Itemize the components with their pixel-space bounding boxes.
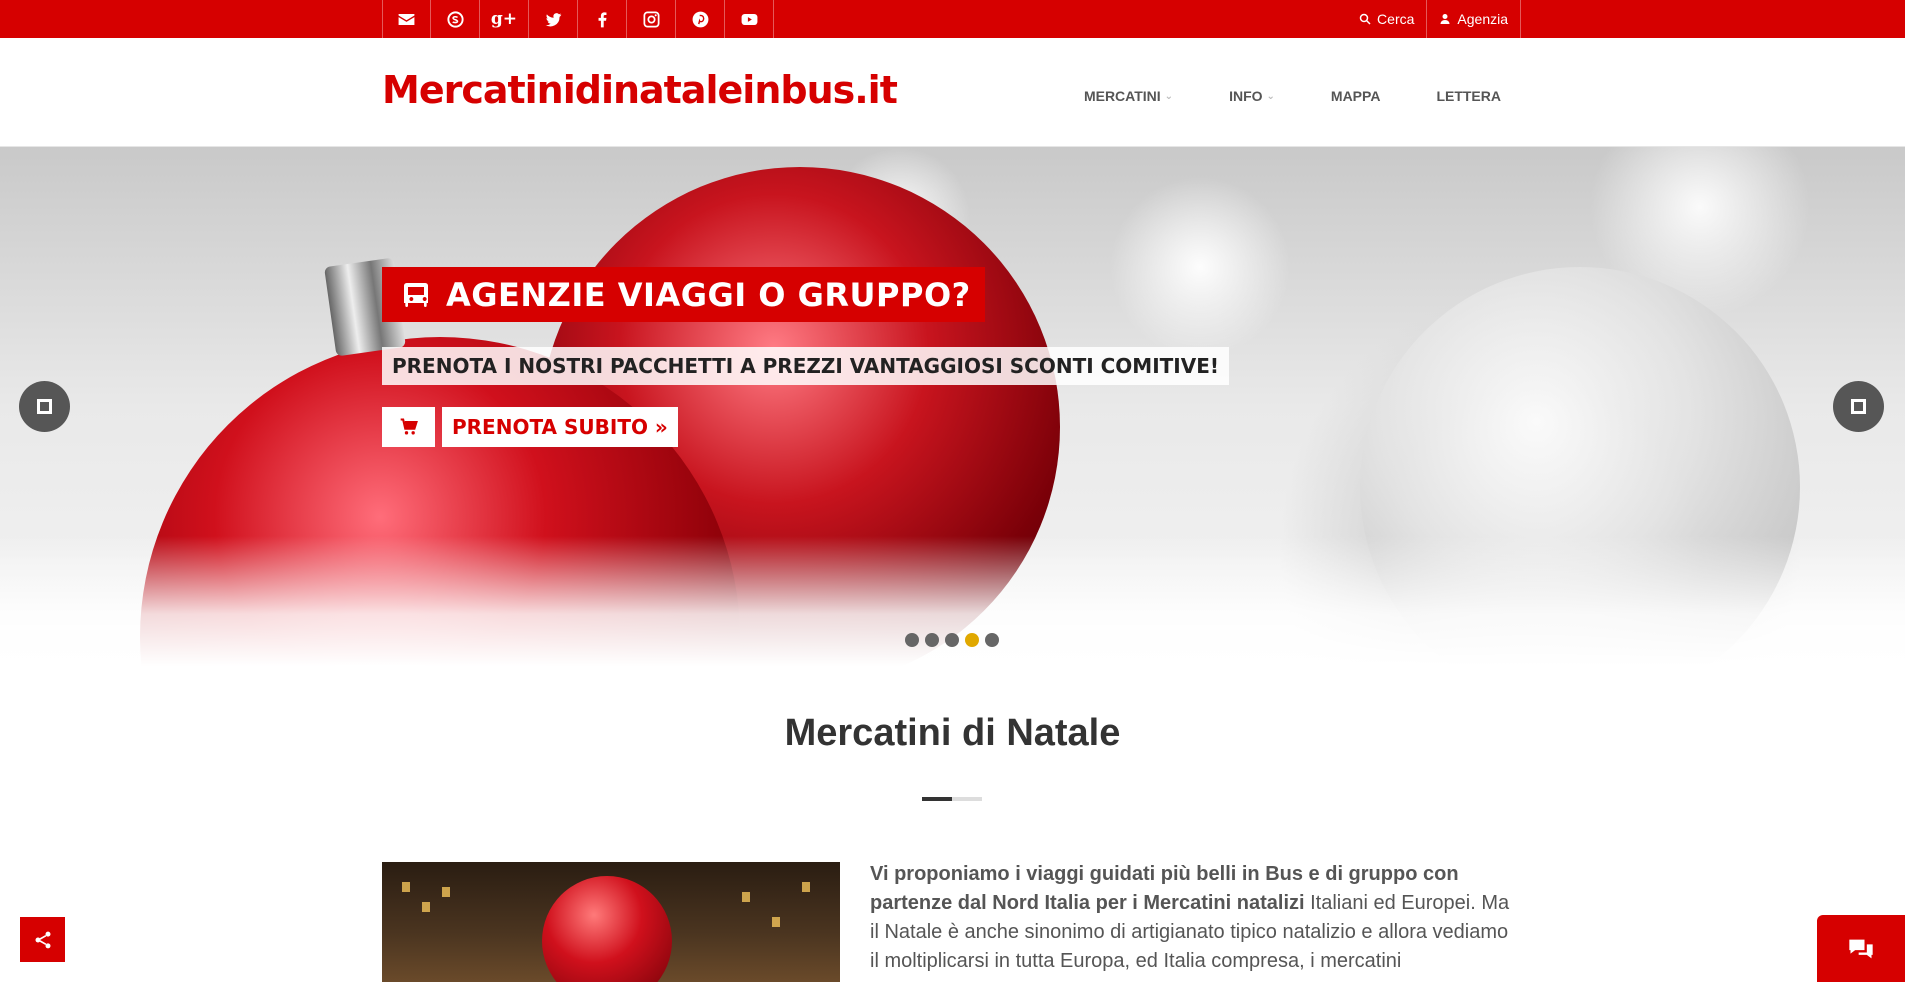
google-plus-glyph: g+ bbox=[490, 9, 518, 29]
image-detail bbox=[742, 892, 750, 902]
book-now-button[interactable]: PRENOTA SUBITO » bbox=[442, 407, 678, 447]
instagram-icon[interactable] bbox=[627, 0, 676, 38]
site-logo[interactable]: Mercatinidinataleinbus.it bbox=[382, 68, 898, 112]
main-nav: MERCATINI ⌄ INFO ⌄ MAPPA LETTERA bbox=[1028, 88, 1501, 104]
hero-title: AGENZIE VIAGGI O GRUPPO? bbox=[446, 275, 971, 314]
nav-label: MERCATINI bbox=[1083, 88, 1161, 104]
user-icon bbox=[1440, 14, 1450, 24]
chat-button[interactable] bbox=[1817, 915, 1905, 982]
cart-button[interactable] bbox=[382, 407, 435, 447]
youtube-icon[interactable] bbox=[725, 0, 774, 38]
share-button[interactable] bbox=[20, 917, 65, 962]
square-icon bbox=[1851, 399, 1866, 414]
top-links: Cerca Agenzia bbox=[1347, 0, 1521, 38]
slider-prev-button[interactable] bbox=[19, 381, 70, 432]
image-detail bbox=[422, 902, 430, 912]
hero-subtitle-box: PRENOTA I NOSTRI PACCHETTI A PREZZI VANT… bbox=[382, 347, 1229, 385]
twitter-icon[interactable] bbox=[529, 0, 578, 38]
nav-item-mappa[interactable]: MAPPA bbox=[1331, 88, 1381, 104]
bus-icon bbox=[404, 282, 428, 307]
chevron-down-icon: ⌄ bbox=[1266, 90, 1275, 102]
square-icon bbox=[37, 399, 52, 414]
title-divider-accent bbox=[922, 797, 952, 801]
site-header: Mercatinidinataleinbus.it MERCATINI ⌄ IN… bbox=[0, 38, 1905, 147]
section-title: Mercatini di Natale bbox=[784, 712, 1121, 754]
email-icon[interactable] bbox=[382, 0, 431, 38]
title-divider bbox=[922, 797, 982, 801]
slider-dot-active[interactable] bbox=[965, 633, 979, 647]
slider-pagination bbox=[905, 633, 1005, 647]
nav-label: LETTERA bbox=[1436, 88, 1501, 104]
social-links: g+ bbox=[382, 0, 774, 38]
hero-title-box: AGENZIE VIAGGI O GRUPPO? bbox=[382, 267, 985, 322]
cart-icon bbox=[400, 418, 418, 435]
search-icon bbox=[1359, 13, 1371, 25]
agency-label: Agenzia bbox=[1457, 11, 1508, 27]
slider-dot[interactable] bbox=[925, 633, 939, 647]
pinterest-icon[interactable] bbox=[676, 0, 725, 38]
nav-item-info[interactable]: INFO ⌄ bbox=[1229, 88, 1275, 104]
slider-next-button[interactable] bbox=[1833, 381, 1884, 432]
slider-dot[interactable] bbox=[945, 633, 959, 647]
image-detail bbox=[802, 882, 810, 892]
book-now-label: PRENOTA SUBITO » bbox=[452, 415, 668, 439]
top-bar: g+ Cerca Agenzia bbox=[0, 0, 1905, 38]
google-plus-icon[interactable]: g+ bbox=[480, 0, 529, 38]
image-detail bbox=[442, 887, 450, 897]
chat-icon bbox=[1849, 939, 1873, 958]
intro-paragraph: Vi proponiamo i viaggi guidati più belli… bbox=[870, 860, 1522, 976]
slider-dot[interactable] bbox=[985, 633, 999, 647]
skype-icon[interactable] bbox=[431, 0, 480, 38]
nav-label: MAPPA bbox=[1330, 88, 1381, 104]
agency-link[interactable]: Agenzia bbox=[1426, 0, 1521, 38]
chevron-down-icon: ⌄ bbox=[1164, 90, 1174, 102]
search-link[interactable]: Cerca bbox=[1347, 0, 1426, 38]
christmas-image bbox=[382, 862, 840, 982]
image-detail bbox=[402, 882, 410, 892]
nav-label: INFO bbox=[1229, 88, 1263, 104]
image-ornament bbox=[542, 876, 672, 982]
slider-dot[interactable] bbox=[905, 633, 919, 647]
nav-item-lettera[interactable]: LETTERA bbox=[1436, 88, 1501, 104]
hero-subtitle: PRENOTA I NOSTRI PACCHETTI A PREZZI VANT… bbox=[392, 354, 1219, 378]
share-icon bbox=[35, 931, 50, 948]
nav-item-mercatini[interactable]: MERCATINI ⌄ bbox=[1084, 88, 1173, 104]
image-detail bbox=[772, 917, 780, 927]
search-label: Cerca bbox=[1377, 11, 1415, 27]
facebook-icon[interactable] bbox=[578, 0, 627, 38]
hero-slider: AGENZIE VIAGGI O GRUPPO? PRENOTA I NOSTR… bbox=[0, 147, 1905, 666]
